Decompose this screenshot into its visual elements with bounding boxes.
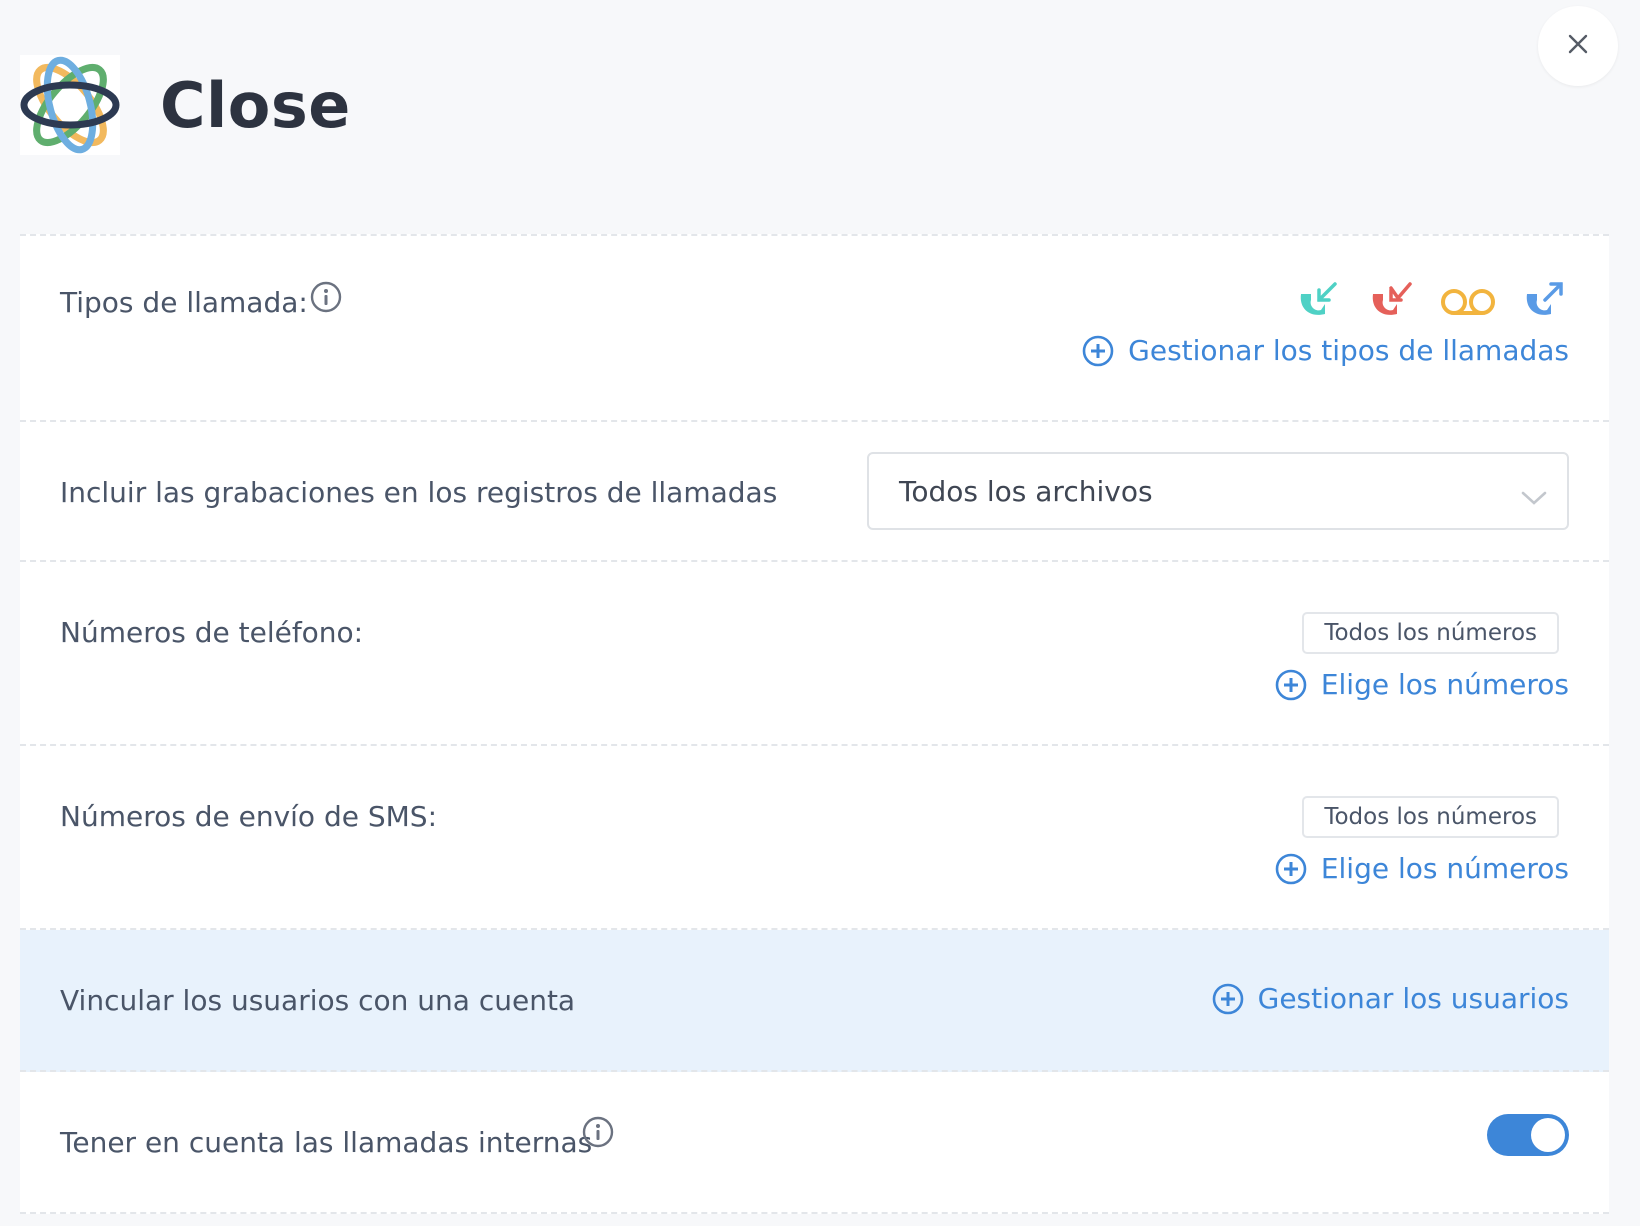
manage-users-label: Gestionar los usuarios — [1257, 982, 1569, 1015]
choose-phone-numbers-label: Elige los números — [1320, 668, 1569, 701]
integration-settings-page: Close Tipos de llamada: Gestionar los ti… — [0, 0, 1640, 1226]
outgoing-call-icon — [1521, 278, 1569, 328]
info-icon[interactable] — [310, 281, 342, 317]
app-header: Close — [20, 54, 351, 156]
plus-circle-icon — [1212, 983, 1243, 1014]
recordings-label: Incluir las grabaciones en los registros… — [60, 476, 778, 509]
manage-users-link[interactable]: Gestionar los usuarios — [1212, 982, 1569, 1015]
sms-numbers-chip: Todos los números — [1302, 796, 1559, 838]
manage-call-types-label: Gestionar los tipos de llamadas — [1128, 334, 1569, 367]
choose-sms-numbers-label: Elige los números — [1320, 852, 1569, 885]
manage-call-types-link[interactable]: Gestionar los tipos de llamadas — [1082, 334, 1569, 367]
plus-circle-icon — [1275, 853, 1307, 884]
recordings-row: Incluir las grabaciones en los registros… — [20, 422, 1609, 562]
phone-numbers-row: Números de teléfono: Todos los números E… — [20, 562, 1609, 746]
voicemail-icon — [1439, 278, 1497, 328]
choose-sms-numbers-link[interactable]: Elige los números — [1275, 852, 1569, 885]
call-types-label: Tipos de llamada: — [60, 286, 308, 319]
link-users-label: Vincular los usuarios con una cuenta — [60, 984, 576, 1017]
internal-calls-toggle[interactable] — [1487, 1114, 1569, 1156]
missed-call-icon — [1367, 278, 1415, 328]
sms-numbers-row: Números de envío de SMS: Todos los númer… — [20, 746, 1609, 930]
plus-circle-icon — [1275, 669, 1307, 700]
phone-numbers-label: Números de teléfono: — [60, 616, 364, 649]
close-button[interactable] — [1538, 6, 1618, 86]
settings-panel: Tipos de llamada: Gestionar los tipos de… — [20, 234, 1609, 1214]
call-type-icons — [1295, 278, 1569, 328]
call-types-row: Tipos de llamada: Gestionar los tipos de… — [20, 236, 1609, 422]
choose-phone-numbers-link[interactable]: Elige los números — [1275, 668, 1569, 701]
internal-calls-label: Tener en cuenta las llamadas internas — [60, 1126, 593, 1159]
plus-circle-icon — [1082, 335, 1114, 366]
app-title: Close — [160, 68, 351, 142]
link-users-row: Vincular los usuarios con una cuenta Ges… — [20, 930, 1609, 1072]
chevron-down-icon — [1521, 480, 1547, 513]
sms-numbers-label: Números de envío de SMS: — [60, 800, 438, 833]
recordings-select[interactable]: Todos los archivos — [867, 452, 1569, 530]
close-icon — [1567, 33, 1589, 59]
phone-numbers-chip: Todos los números — [1302, 612, 1559, 654]
incoming-call-icon — [1295, 278, 1343, 328]
toggle-knob — [1531, 1118, 1565, 1152]
recordings-select-value: Todos los archivos — [899, 474, 1153, 508]
close-crm-logo-icon — [20, 55, 120, 155]
info-icon[interactable] — [582, 1116, 614, 1152]
internal-calls-row: Tener en cuenta las llamadas internas — [20, 1072, 1609, 1214]
